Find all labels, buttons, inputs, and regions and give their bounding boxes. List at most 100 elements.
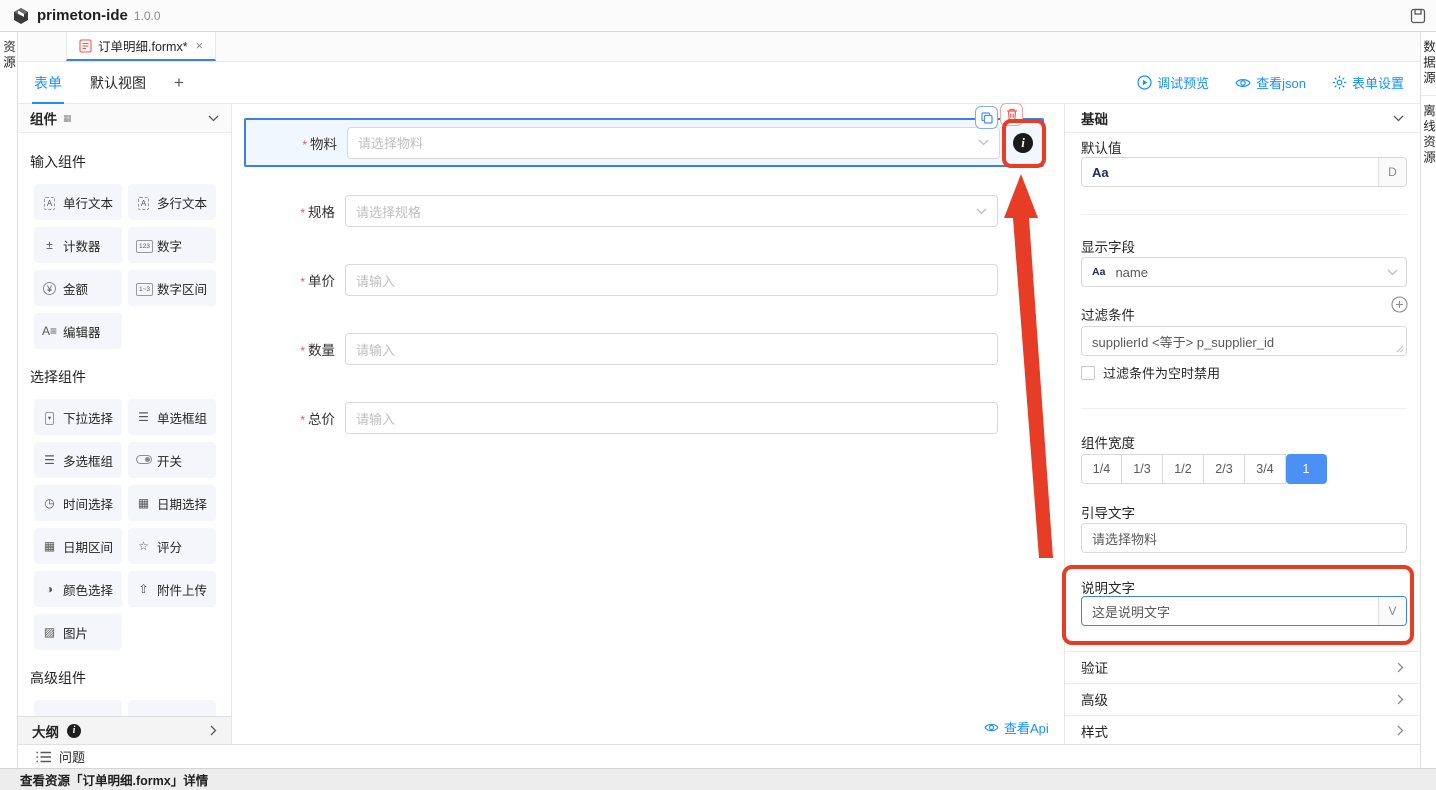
component-money[interactable]: ¥金额	[34, 270, 122, 306]
style-section-header[interactable]: 样式	[1065, 715, 1420, 746]
component-color-picker[interactable]: ◑颜色选择	[34, 571, 122, 607]
document-icon	[79, 39, 92, 53]
variable-toggle-button[interactable]: V	[1378, 597, 1406, 625]
component-select[interactable]: ▾下拉选择	[34, 399, 122, 435]
display-field-select[interactable]: Aa name	[1081, 257, 1407, 287]
filter-condition-label: 过滤条件	[1081, 304, 1135, 324]
component-upload[interactable]: ⇧附件上传	[128, 571, 216, 607]
description-text-field[interactable]	[1082, 597, 1378, 625]
resources-strip-item[interactable]: 资源	[0, 32, 18, 79]
view-api-label: 查看Api	[1004, 718, 1049, 737]
delete-component-button[interactable]	[1000, 103, 1023, 126]
add-view-button[interactable]: +	[174, 73, 184, 93]
spec-select[interactable]: 请选择规格	[345, 195, 998, 227]
total-price-input[interactable]: 请输入	[345, 402, 998, 434]
app-logo-icon	[12, 7, 30, 25]
component-rating[interactable]: ☆评分	[128, 528, 216, 564]
plus-circle-icon	[1391, 296, 1408, 313]
basic-section-label: 基础	[1081, 108, 1108, 128]
component-date-picker[interactable]: ▦日期选择	[128, 485, 216, 521]
debug-preview-button[interactable]: 调试预览	[1137, 73, 1209, 92]
width-option-1-2[interactable]: 1/2	[1163, 454, 1204, 484]
component-counter[interactable]: ±计数器	[34, 227, 122, 263]
width-option-1-4[interactable]: 1/4	[1081, 454, 1122, 484]
width-option-2-3[interactable]: 2/3	[1204, 454, 1245, 484]
component-cutoff	[34, 700, 122, 716]
checkbox-icon[interactable]	[1081, 366, 1095, 380]
divider	[1081, 214, 1407, 215]
component-time-picker[interactable]: ◷时间选择	[34, 485, 122, 521]
form-field-total-price[interactable]: *总价 请输入	[244, 393, 1044, 443]
dynamic-toggle-button[interactable]: D	[1378, 158, 1406, 186]
eye-icon	[1235, 77, 1251, 89]
components-header[interactable]: 组件 ▦	[18, 104, 231, 133]
form-field-spec[interactable]: *规格 请选择规格	[244, 186, 1044, 236]
tab-form[interactable]: 表单	[34, 73, 62, 93]
close-icon[interactable]: ×	[196, 38, 204, 53]
add-filter-button[interactable]	[1391, 296, 1408, 313]
resize-handle[interactable]	[1396, 345, 1404, 353]
description-text-input[interactable]: V	[1081, 596, 1407, 626]
form-settings-button[interactable]: 表单设置	[1332, 73, 1404, 92]
validation-section-header[interactable]: 验证	[1065, 651, 1420, 682]
offline-resource-strip-item[interactable]: 离线资源	[1419, 96, 1436, 174]
chevron-right-icon[interactable]	[210, 725, 217, 736]
component-editor[interactable]: A≡编辑器	[34, 313, 122, 349]
view-json-button[interactable]: 查看json	[1235, 73, 1306, 92]
info-icon[interactable]: i	[1013, 133, 1033, 153]
component-textarea[interactable]: A多行文本	[128, 184, 216, 220]
chevron-down-icon[interactable]	[208, 115, 219, 122]
unit-price-placeholder: 请输入	[356, 271, 987, 290]
components-header-label: 组件	[30, 108, 57, 128]
default-value-field[interactable]	[1109, 158, 1378, 186]
tab-default-view[interactable]: 默认视图	[90, 73, 146, 93]
quantity-placeholder: 请输入	[356, 340, 987, 359]
editor-icon: A≡	[42, 324, 57, 338]
filter-condition-textarea[interactable]: supplierId <等于> p_supplier_id	[1081, 326, 1407, 356]
component-checkbox-group[interactable]: ☰多选框组	[34, 442, 122, 478]
view-api-button[interactable]: 查看Api	[984, 718, 1049, 737]
text-type-icon: Aa	[1082, 266, 1105, 278]
problems-bar[interactable]: 问题	[18, 744, 1420, 768]
form-field-unit-price[interactable]: *单价 请输入	[244, 255, 1044, 305]
form-canvas[interactable]: *物料 请选择物料 i *规格 请选择规格 *单价 请输入	[232, 104, 1064, 744]
basic-section-header[interactable]: 基础	[1065, 104, 1420, 133]
form-field-material[interactable]: *物料 请选择物料 i	[244, 118, 1044, 167]
trash-icon	[1006, 108, 1018, 121]
select-icon: ▾	[45, 412, 54, 425]
form-settings-label: 表单设置	[1352, 73, 1404, 92]
component-radio-group[interactable]: ☰单选框组	[128, 399, 216, 435]
component-image[interactable]: ▨图片	[34, 614, 122, 650]
section-input-components: 输入组件	[30, 152, 86, 172]
width-option-1[interactable]: 1	[1286, 454, 1327, 484]
form-field-quantity[interactable]: *数量 请输入	[244, 324, 1044, 374]
component-switch[interactable]: 开关	[128, 442, 216, 478]
status-bar: 查看资源「订单明细.formx」详情	[0, 768, 1436, 790]
advanced-section-header[interactable]: 高级	[1065, 683, 1420, 714]
required-mark: *	[302, 138, 307, 152]
width-option-1-3[interactable]: 1/3	[1122, 454, 1163, 484]
editor-tab-order-detail[interactable]: 订单明细.formx* ×	[66, 32, 216, 61]
money-icon: ¥	[43, 282, 56, 295]
guide-text-field[interactable]	[1082, 524, 1406, 552]
number-icon: 123	[136, 240, 153, 253]
component-sidebar: 组件 ▦ 输入组件 A单行文本 A多行文本 ±计数器 123数字 ¥金额 1~3…	[18, 104, 232, 744]
grid-icon: ▦	[63, 113, 72, 124]
component-date-range[interactable]: ▦日期区间	[34, 528, 122, 564]
component-number[interactable]: 123数字	[128, 227, 216, 263]
component-number-range[interactable]: 1~3数字区间	[128, 270, 216, 306]
outline-bar[interactable]: 大纲 i	[18, 716, 231, 744]
guide-text-input[interactable]	[1081, 523, 1407, 553]
unit-price-input[interactable]: 请输入	[345, 264, 998, 296]
material-select[interactable]: 请选择物料	[347, 127, 1000, 159]
copy-component-button[interactable]	[975, 106, 998, 129]
width-option-3-4[interactable]: 3/4	[1245, 454, 1286, 484]
default-value-input[interactable]: Aa D	[1081, 157, 1407, 187]
component-text[interactable]: A单行文本	[34, 184, 122, 220]
filter-disable-checkbox-row[interactable]: 过滤条件为空时禁用	[1081, 363, 1220, 382]
chevron-down-icon	[976, 208, 987, 215]
component-width-label: 组件宽度	[1081, 432, 1135, 452]
quantity-input[interactable]: 请输入	[345, 333, 998, 365]
datasource-strip-item[interactable]: 数据源	[1419, 32, 1436, 96]
save-icon[interactable]	[1410, 8, 1426, 24]
